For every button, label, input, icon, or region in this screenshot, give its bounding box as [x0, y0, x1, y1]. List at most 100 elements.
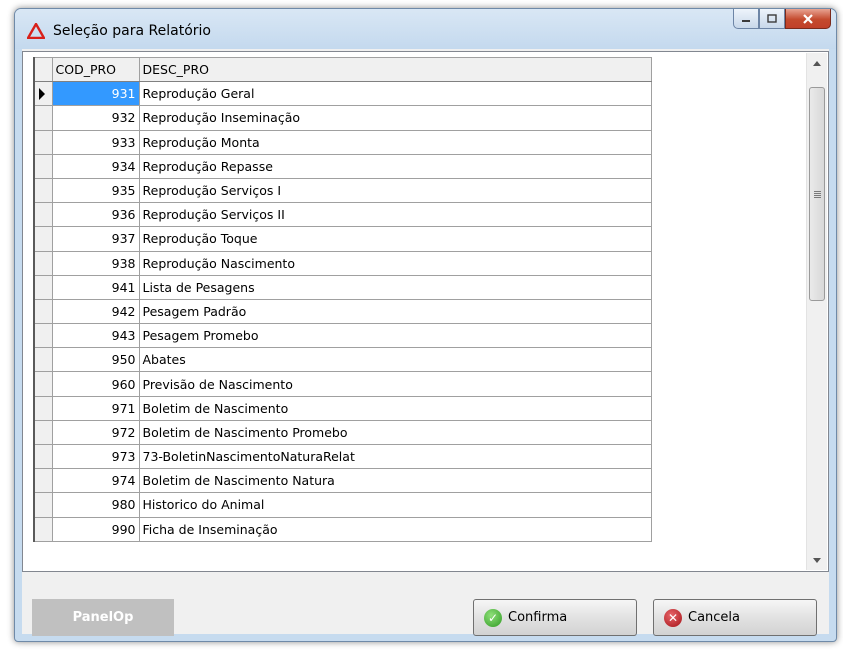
table-row[interactable]: 950 Abates: [33, 347, 652, 373]
table-row[interactable]: 941 Lista de Pesagens: [33, 274, 652, 300]
table-row[interactable]: 936 Reprodução Serviços II: [33, 202, 652, 228]
cell-cod-pro[interactable]: 938: [51, 250, 140, 276]
table-row[interactable]: 932 Reprodução Inseminação: [33, 105, 652, 131]
column-header-desc-pro[interactable]: DESC_PRO: [138, 56, 652, 83]
cell-desc-pro[interactable]: Abates: [138, 347, 652, 373]
cell-desc-pro[interactable]: Previsão de Nascimento: [138, 371, 652, 397]
row-indicator[interactable]: [33, 492, 53, 518]
cell-cod-pro[interactable]: 973: [51, 443, 140, 470]
cell-desc-pro[interactable]: Ficha de Inseminação: [138, 516, 652, 542]
cell-desc-pro[interactable]: 73-BoletinNascimentoNaturaRelat: [138, 443, 652, 470]
cell-desc-pro[interactable]: Reprodução Serviços II: [138, 202, 652, 228]
close-button[interactable]: [785, 9, 831, 29]
cell-desc-pro[interactable]: Reprodução Repasse: [138, 153, 652, 179]
row-indicator[interactable]: [33, 443, 53, 470]
scrollbar-thumb[interactable]: [809, 87, 825, 301]
cell-cod-pro[interactable]: 971: [51, 395, 140, 421]
row-indicator[interactable]: [33, 347, 53, 373]
report-grid[interactable]: COD_PRO DESC_PRO 931 Reprodução Geral 932 R…: [22, 51, 829, 572]
cell-cod-pro[interactable]: 932: [51, 105, 140, 131]
cell-desc-pro[interactable]: Reprodução Toque: [138, 226, 652, 252]
cell-cod-pro[interactable]: 942: [51, 298, 140, 325]
row-indicator[interactable]: [33, 419, 53, 446]
table-row[interactable]: 943 Pesagem Promebo: [33, 323, 652, 349]
cell-cod-pro[interactable]: 972: [51, 419, 140, 446]
minimize-icon: [742, 19, 750, 22]
cell-cod-pro[interactable]: 943: [51, 323, 140, 349]
row-indicator[interactable]: [33, 202, 53, 228]
vertical-scrollbar[interactable]: [806, 53, 827, 570]
row-indicator[interactable]: [33, 274, 53, 300]
maximize-button[interactable]: [759, 9, 785, 29]
row-indicator[interactable]: [33, 177, 53, 204]
row-indicator[interactable]: [33, 250, 53, 276]
row-indicator[interactable]: [33, 153, 53, 179]
row-indicator[interactable]: [33, 129, 53, 155]
cell-cod-pro[interactable]: 934: [51, 153, 140, 179]
row-indicator[interactable]: [33, 395, 53, 421]
cell-desc-pro[interactable]: Reprodução Nascimento: [138, 250, 652, 276]
table-row[interactable]: 973 73-BoletinNascimentoNaturaRelat: [33, 443, 652, 470]
cancel-label: Cancela: [688, 610, 741, 625]
row-indicator[interactable]: [33, 371, 53, 397]
table-row[interactable]: 972 Boletim de Nascimento Promebo: [33, 419, 652, 446]
table-row[interactable]: 931 Reprodução Geral: [33, 81, 652, 107]
x-circle-icon: ✕: [664, 608, 682, 627]
table-row[interactable]: 942 Pesagem Padrão: [33, 298, 652, 325]
cell-desc-pro[interactable]: Boletim de Nascimento Natura: [138, 468, 652, 494]
minimize-button[interactable]: [733, 9, 759, 29]
row-indicator[interactable]: [33, 298, 53, 325]
cell-cod-pro[interactable]: 950: [51, 347, 140, 373]
cell-cod-pro[interactable]: 935: [51, 177, 140, 204]
table-row[interactable]: 974 Boletim de Nascimento Natura: [33, 468, 652, 494]
cell-desc-pro[interactable]: Boletim de Nascimento Promebo: [138, 419, 652, 446]
table-row[interactable]: 980 Historico do Animal: [33, 492, 652, 518]
confirm-label: Confirma: [508, 610, 568, 625]
table-row[interactable]: 971 Boletim de Nascimento: [33, 395, 652, 421]
scroll-down-button[interactable]: [807, 550, 827, 570]
table-row[interactable]: 933 Reprodução Monta: [33, 129, 652, 155]
cell-desc-pro[interactable]: Boletim de Nascimento: [138, 395, 652, 421]
cell-cod-pro[interactable]: 933: [51, 129, 140, 155]
table-row[interactable]: 960 Previsão de Nascimento: [33, 371, 652, 397]
cell-desc-pro[interactable]: Reprodução Monta: [138, 129, 652, 155]
table-row[interactable]: 990 Ficha de Inseminação: [33, 516, 652, 542]
cell-desc-pro[interactable]: Reprodução Geral: [138, 81, 652, 107]
cell-desc-pro[interactable]: Pesagem Promebo: [138, 323, 652, 349]
cell-cod-pro[interactable]: 936: [51, 202, 140, 228]
cell-cod-pro[interactable]: 941: [51, 274, 140, 300]
table-header-row: COD_PRO DESC_PRO: [33, 56, 652, 83]
row-indicator[interactable]: [33, 81, 53, 107]
cell-cod-pro[interactable]: 974: [51, 468, 140, 494]
cell-cod-pro[interactable]: 937: [51, 226, 140, 252]
confirm-button[interactable]: ✓ Confirma: [473, 599, 637, 636]
column-header-cod-pro[interactable]: COD_PRO: [51, 56, 140, 83]
scroll-up-button[interactable]: [807, 53, 827, 73]
cell-desc-pro[interactable]: Reprodução Serviços I: [138, 177, 652, 204]
check-circle-icon: ✓: [484, 608, 502, 627]
cell-cod-pro[interactable]: 980: [51, 492, 140, 518]
cell-desc-pro[interactable]: Reprodução Inseminação: [138, 105, 652, 131]
grip-icon: [813, 190, 821, 198]
row-indicator[interactable]: [33, 323, 53, 349]
cancel-button[interactable]: ✕ Cancela: [653, 599, 817, 636]
row-indicator[interactable]: [33, 226, 53, 252]
table-body: 931 Reprodução Geral 932 Reprodução Insemin…: [33, 81, 652, 542]
cell-desc-pro[interactable]: Historico do Animal: [138, 492, 652, 518]
row-indicator[interactable]: [33, 105, 53, 131]
row-indicator[interactable]: [33, 516, 53, 542]
table-row[interactable]: 938 Reprodução Nascimento: [33, 250, 652, 276]
table-row[interactable]: 935 Reprodução Serviços I: [33, 177, 652, 204]
report-table[interactable]: COD_PRO DESC_PRO 931 Reprodução Geral 932 R…: [33, 56, 652, 542]
scroll-up-icon: [813, 60, 821, 66]
table-row[interactable]: 934 Reprodução Repasse: [33, 153, 652, 179]
cell-cod-pro[interactable]: 990: [51, 516, 140, 542]
cell-cod-pro[interactable]: 960: [51, 371, 140, 397]
title-bar[interactable]: Seleção para Relatório: [15, 9, 836, 49]
cell-cod-pro[interactable]: 931: [51, 81, 140, 107]
table-row[interactable]: 937 Reprodução Toque: [33, 226, 652, 252]
cell-desc-pro[interactable]: Pesagem Padrão: [138, 298, 652, 325]
row-indicator[interactable]: [33, 468, 53, 494]
footer-bar: PanelOp ✓ Confirma ✕ Cancela: [22, 599, 829, 636]
cell-desc-pro[interactable]: Lista de Pesagens: [138, 274, 652, 300]
